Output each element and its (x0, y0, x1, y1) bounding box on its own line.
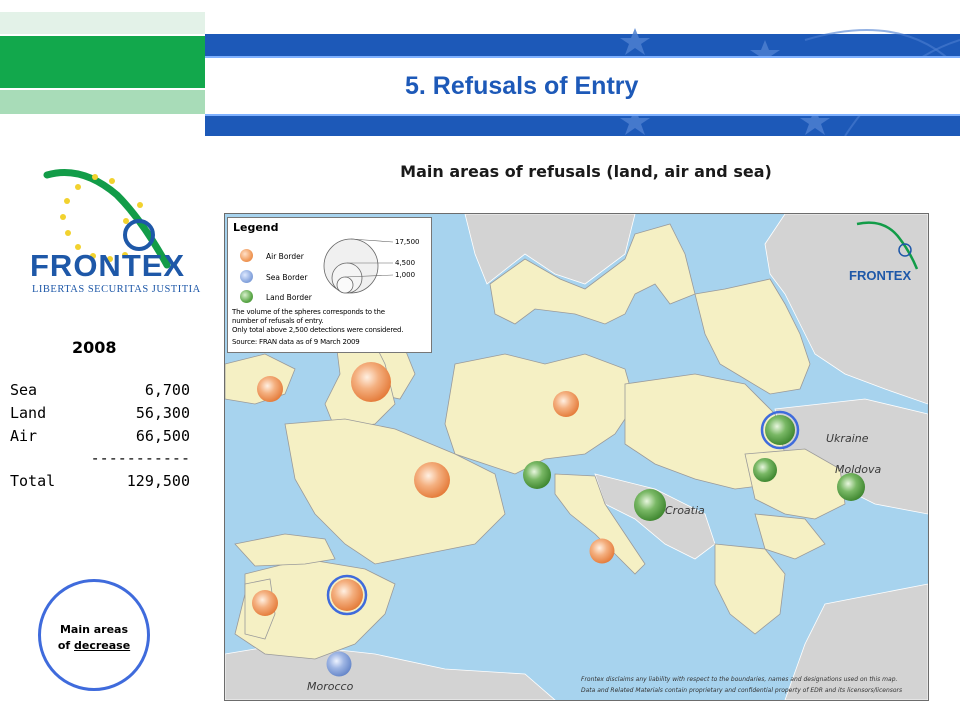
air-bubble-france (414, 462, 450, 498)
map-title: Main areas of refusals (land, air and se… (400, 162, 772, 181)
legend-size-large: 17,500 (395, 238, 420, 246)
country-label-moldova: Moldova (835, 463, 882, 476)
land-border-swatch (240, 290, 253, 303)
land-bubble-moldova (837, 473, 865, 501)
air-bubble-uk (351, 362, 391, 402)
header-green-bar (0, 36, 205, 88)
air-bubble-germany (553, 391, 579, 417)
legend-size-small: 1,000 (395, 271, 416, 279)
header-line-top (205, 56, 960, 58)
map-disclaimer-line2: Data and Related Materials contain propr… (581, 687, 903, 694)
stats-label: Land (10, 404, 47, 422)
stats-separator-line: ----------- (90, 449, 190, 467)
decrease-legend-emphasis: decrease (74, 639, 131, 652)
logo-wordmark: FRONTEX (30, 248, 186, 283)
legend-land-label: Land Border (266, 293, 312, 302)
country-label-ukraine: Ukraine (826, 432, 869, 445)
header-green-bar-light (0, 12, 205, 34)
land-bubble-switzerland (523, 461, 551, 489)
country-label-croatia: Croatia (665, 504, 705, 517)
land-bubble-romania (753, 458, 777, 482)
decrease-legend-line2: of decrease (38, 639, 150, 652)
air-border-swatch (240, 249, 253, 262)
legend-note-line3: Only total above 2,500 detections were c… (232, 326, 404, 334)
stats-value: 129,500 (126, 472, 190, 490)
legend-note-line2: number of refusals of entry. (232, 317, 324, 325)
stats-value: 6,700 (144, 381, 190, 399)
decrease-legend-prefix: of (57, 639, 74, 652)
land-bubble-ukraine (765, 415, 795, 445)
country-label-morocco: Morocco (307, 680, 354, 693)
stats-year: 2008 (72, 338, 117, 357)
stats-value: 66,500 (135, 427, 190, 445)
decrease-legend-line1: Main areas (59, 623, 129, 636)
header-green-bar-pale (0, 90, 205, 114)
map-logo-wordmark: FRONTEX (849, 268, 912, 283)
legend-size-medium: 4,500 (395, 259, 416, 267)
legend-title: Legend (233, 221, 279, 234)
map-legend: Legend Air Border Sea Border Land Border… (227, 217, 432, 353)
air-bubble-italy (589, 538, 615, 564)
air-bubble-spain (331, 579, 363, 611)
legend-sea-label: Sea Border (266, 273, 308, 282)
land-bubble-croatia (634, 489, 666, 521)
header-line-bottom (205, 114, 960, 116)
legend-source: Source: FRAN data as of 9 March 2009 (232, 338, 360, 346)
stats-value: 56,300 (135, 404, 190, 422)
legend-note-line1: The volume of the spheres corresponds to… (232, 308, 385, 316)
logo-motto: LIBERTAS SECURITAS JUSTITIA (32, 284, 201, 295)
page-title: 5. Refusals of Entry (405, 72, 639, 100)
air-bubble-portugal (252, 590, 278, 616)
stats-label: Air (10, 427, 38, 445)
legend-size-scale (323, 238, 394, 294)
air-bubble-ireland (257, 376, 283, 402)
map-disclaimer-line1: Frontex disclaims any liability with res… (581, 676, 898, 683)
europe-map: Legend Air Border Sea Border Land Border… (224, 213, 929, 701)
sea-bubble-morocco (326, 651, 352, 677)
header-banner (205, 0, 960, 136)
stats-label: Sea (10, 381, 38, 399)
stats-label: Total (10, 472, 56, 490)
slide: 5. Refusals of Entry FRONTEX LIBERTAS SE… (0, 0, 960, 720)
sea-border-swatch (240, 270, 253, 283)
legend-air-label: Air Border (266, 252, 304, 261)
